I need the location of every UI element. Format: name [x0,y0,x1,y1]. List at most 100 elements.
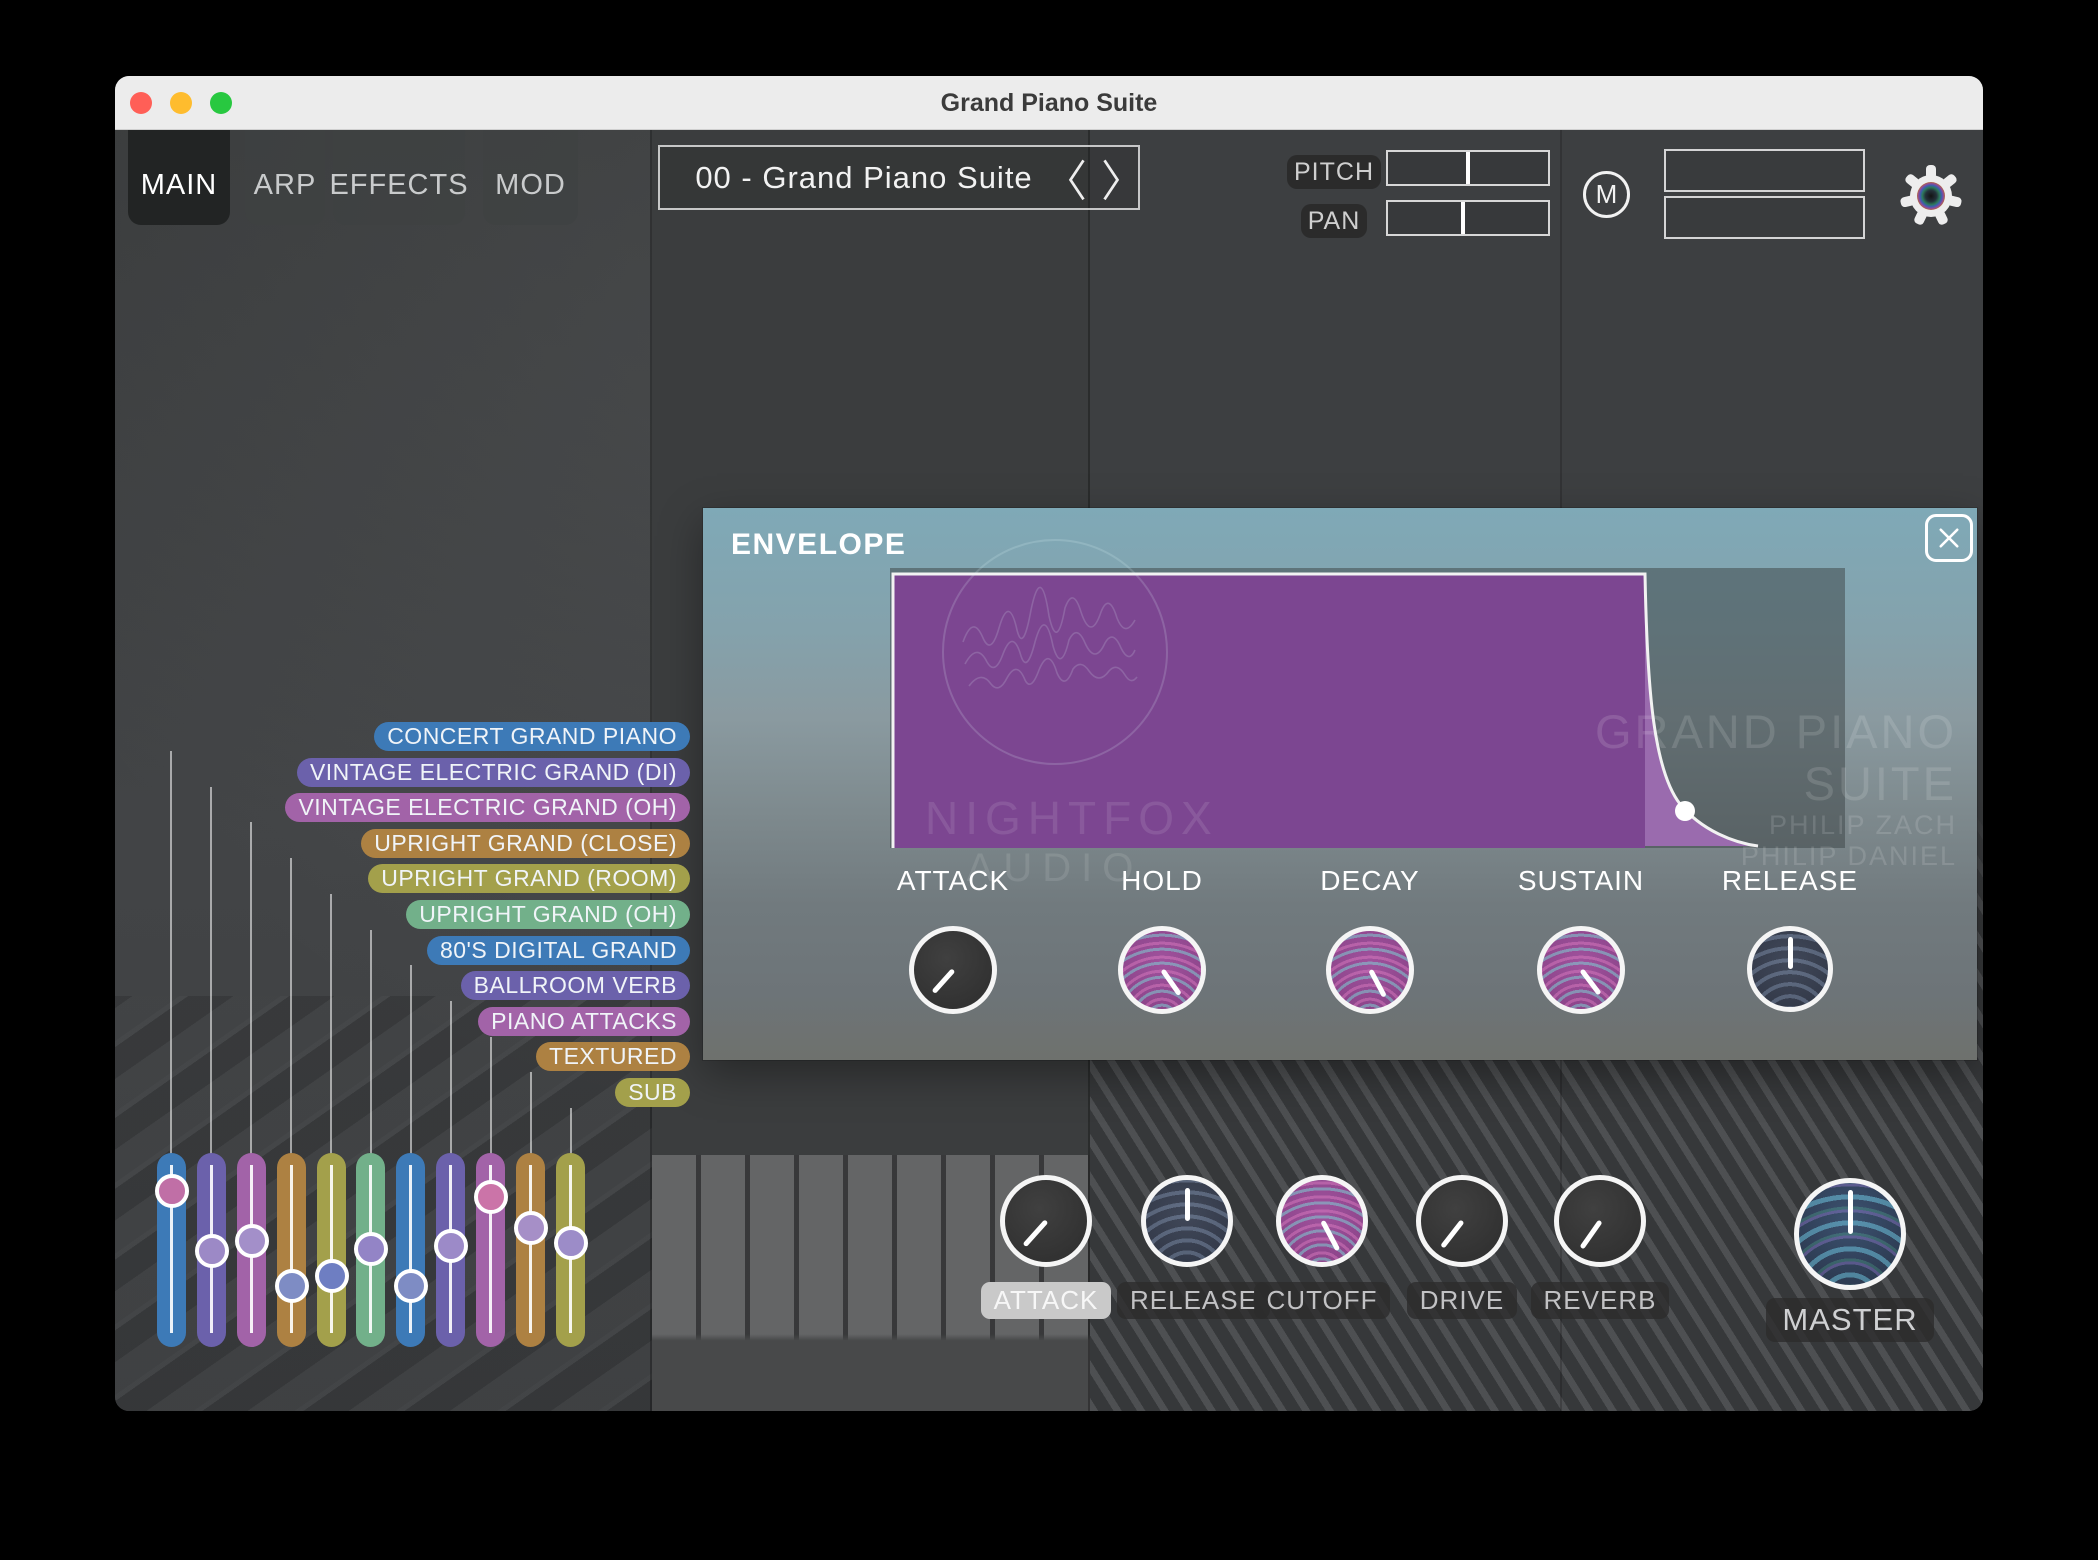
slider-thumb[interactable] [434,1229,468,1263]
sustain-label: SUSTAIN [1501,864,1661,898]
pan-slider[interactable] [1386,200,1550,236]
macro-cutoff-knob[interactable] [1276,1175,1368,1267]
layer-pill[interactable]: SUB [615,1078,690,1107]
knob-pointer [1579,1220,1602,1250]
master-group: MASTER [1750,1178,1950,1342]
layer-pill[interactable]: VINTAGE ELECTRIC GRAND (OH) [285,793,690,822]
envelope-release-handle[interactable] [1675,801,1695,821]
decay-label: DECAY [1290,864,1450,898]
chevron-left-icon [1064,156,1090,204]
mono-label: M [1596,179,1618,210]
layer-list: CONCERT GRAND PIANO VINTAGE ELECTRIC GRA… [285,722,690,1107]
envelope-release-region [1645,574,1758,846]
layer-connector-line [330,894,332,1154]
layer-volume-slider[interactable] [476,1153,505,1347]
slider-thumb[interactable] [155,1174,189,1208]
slider-rail [409,1165,412,1333]
layer-pill[interactable]: PIANO ATTACKS [478,1007,690,1036]
layer-pill[interactable]: VINTAGE ELECTRIC GRAND (DI) [297,758,690,787]
layer-volume-slider[interactable] [237,1153,266,1347]
release-knob[interactable] [1747,926,1833,1012]
layer-pill[interactable]: CONCERT GRAND PIANO [374,722,690,751]
slider-thumb[interactable] [514,1211,548,1245]
pan-slider-handle[interactable] [1461,202,1465,234]
tab-effects[interactable]: EFFECTS [333,130,465,225]
macro-release-group: RELEASE [1117,1175,1257,1319]
layer-pill[interactable]: 80'S DIGITAL GRAND [427,936,690,965]
slider-thumb[interactable] [315,1259,349,1293]
knob-pointer [931,968,955,994]
layer-connector-line [570,1108,572,1154]
close-icon [1934,523,1964,553]
macro-attack-label[interactable]: ATTACK [981,1282,1112,1319]
slider-thumb[interactable] [235,1224,269,1258]
layer-volume-slider[interactable] [277,1153,306,1347]
slider-thumb[interactable] [354,1232,388,1266]
macro-reverb-label[interactable]: REVERB [1531,1282,1670,1319]
slider-thumb[interactable] [275,1269,309,1303]
layer-pill[interactable]: BALLROOM VERB [461,971,690,1000]
macro-drive-label[interactable]: DRIVE [1407,1282,1517,1319]
envelope-graph[interactable] [890,568,1845,848]
layer-volume-slider[interactable] [436,1153,465,1347]
master-knob[interactable] [1794,1178,1906,1290]
layer-volume-slider[interactable] [396,1153,425,1347]
macro-attack-group: ATTACK [976,1175,1116,1319]
pitch-slider-handle[interactable] [1466,152,1470,184]
tab-arp[interactable]: ARP [245,130,325,225]
slider-thumb[interactable] [195,1234,229,1268]
knob-pointer [1368,969,1386,998]
macro-drive-knob[interactable] [1416,1175,1508,1267]
preset-selector[interactable]: 00 - Grand Piano Suite [658,145,1140,210]
slider-rail [330,1165,333,1333]
macro-cutoff-label[interactable]: CUTOFF [1254,1282,1391,1319]
sustain-knob[interactable] [1537,926,1625,1014]
layer-connector-line [530,1072,532,1154]
layer-volume-slider[interactable] [157,1153,186,1347]
layer-connector-line [410,965,412,1154]
slider-rail [290,1165,293,1333]
hold-knob[interactable] [1118,926,1206,1014]
preset-name: 00 - Grand Piano Suite [660,147,1068,208]
layer-volume-slider[interactable] [556,1153,585,1347]
envelope-release-group: RELEASE [1710,864,1870,1012]
layer-connector-line [490,1037,492,1154]
preset-prev-button[interactable] [1064,156,1090,200]
titlebar: Grand Piano Suite [115,76,1983,130]
macro-attack-knob[interactable] [1000,1175,1092,1267]
macro-drive-group: DRIVE [1392,1175,1532,1319]
decay-knob[interactable] [1326,926,1414,1014]
layer-pill[interactable]: UPRIGHT GRAND (CLOSE) [361,829,690,858]
tab-main[interactable]: MAIN [128,130,230,225]
pitch-label: PITCH [1287,155,1381,189]
macro-cutoff-group: CUTOFF [1252,1175,1392,1319]
layer-volume-slider[interactable] [317,1153,346,1347]
knob-pointer [1579,968,1601,995]
layer-volume-slider[interactable] [356,1153,385,1347]
knob-pointer [1320,1220,1340,1251]
layer-pill[interactable]: TEXTURED [536,1042,690,1071]
macro-release-label[interactable]: RELEASE [1117,1282,1270,1319]
attack-knob[interactable] [909,926,997,1014]
close-envelope-button[interactable] [1925,514,1973,562]
settings-button[interactable] [1899,164,1963,228]
layer-pill[interactable]: UPRIGHT GRAND (ROOM) [368,864,690,893]
layer-volume-slider[interactable] [516,1153,545,1347]
pan-label: PAN [1301,204,1367,238]
layer-pill[interactable]: UPRIGHT GRAND (OH) [406,900,690,929]
slider-thumb[interactable] [474,1180,508,1214]
layer-volume-slider[interactable] [197,1153,226,1347]
master-label[interactable]: MASTER [1766,1298,1933,1342]
release-label: RELEASE [1710,864,1870,898]
macro-reverb-knob[interactable] [1554,1175,1646,1267]
preset-next-button[interactable] [1098,156,1124,200]
slider-thumb[interactable] [394,1269,428,1303]
envelope-hold-group: HOLD [1082,864,1242,1014]
mono-button[interactable]: M [1583,171,1630,218]
envelope-attack-group: ATTACK [873,864,1033,1014]
knob-pointer [1848,1190,1853,1234]
tab-mod[interactable]: MOD [483,130,578,225]
slider-thumb[interactable] [554,1226,588,1260]
pitch-slider[interactable] [1386,150,1550,186]
macro-release-knob[interactable] [1141,1175,1233,1267]
